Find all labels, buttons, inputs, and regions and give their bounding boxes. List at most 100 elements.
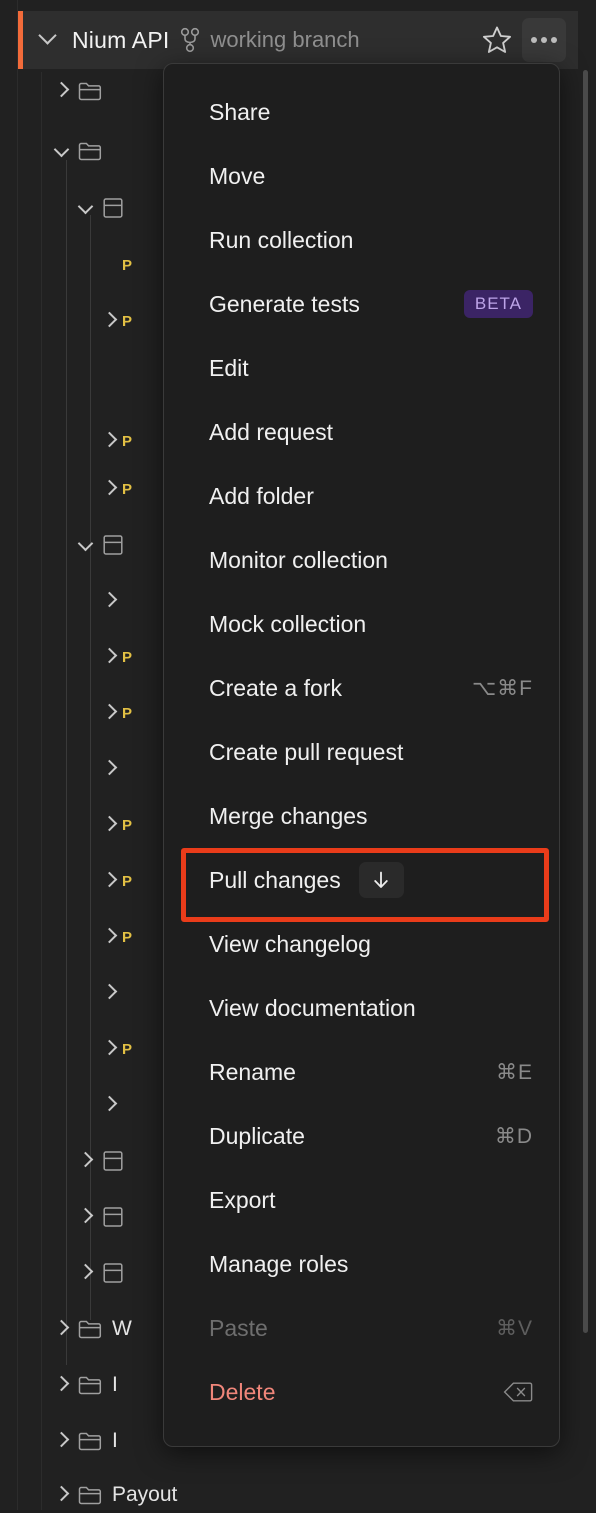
sidebar-tree-row[interactable]: P bbox=[96, 639, 133, 675]
menu-item-label: Pull changes bbox=[209, 866, 341, 893]
sidebar-tree-row[interactable]: P bbox=[96, 303, 133, 339]
folder-icon bbox=[78, 141, 102, 161]
sidebar-tree-row[interactable]: P bbox=[96, 695, 133, 731]
branch-icon bbox=[180, 27, 200, 53]
menu-item-generate-tests[interactable]: Generate tests BETA bbox=[164, 272, 559, 336]
chevron-down-icon[interactable] bbox=[38, 25, 57, 47]
menu-item-manage-roles[interactable]: Manage roles bbox=[164, 1232, 559, 1296]
document-icon bbox=[102, 197, 124, 219]
sidebar-tree-row[interactable] bbox=[96, 975, 122, 1011]
chevron-right-icon[interactable] bbox=[96, 703, 122, 720]
chevron-right-icon[interactable] bbox=[96, 983, 122, 1000]
sidebar-tree-row[interactable] bbox=[96, 751, 122, 787]
menu-item-label: Create pull request bbox=[209, 738, 404, 765]
sidebar-row-label: I bbox=[112, 1429, 118, 1452]
folder-icon bbox=[78, 1319, 102, 1339]
chevron-right-icon[interactable] bbox=[72, 1151, 98, 1168]
sidebar-tree-row[interactable]: P bbox=[96, 863, 133, 899]
request-method-label: P bbox=[122, 1040, 133, 1058]
sidebar-tree-row[interactable] bbox=[72, 1143, 134, 1179]
sidebar-tree-row[interactable] bbox=[72, 1255, 134, 1291]
chevron-down-icon[interactable] bbox=[48, 141, 74, 158]
chevron-right-icon[interactable] bbox=[48, 1375, 74, 1392]
folder-icon bbox=[78, 1431, 102, 1451]
sidebar-tree-row[interactable] bbox=[48, 73, 112, 109]
chevron-down-icon[interactable] bbox=[72, 535, 98, 552]
chevron-right-icon[interactable] bbox=[96, 1095, 122, 1112]
sidebar-tree-row[interactable] bbox=[48, 133, 112, 169]
folder-icon bbox=[78, 1485, 102, 1505]
chevron-right-icon[interactable] bbox=[96, 927, 122, 944]
menu-item-view-changelog[interactable]: View changelog bbox=[164, 912, 559, 976]
menu-item-share[interactable]: Share bbox=[164, 80, 559, 144]
sidebar-tree-row[interactable]: I bbox=[48, 1423, 118, 1459]
sidebar-tree-row[interactable] bbox=[72, 527, 134, 563]
sidebar-tree-row[interactable] bbox=[96, 583, 122, 619]
sidebar-tree-row[interactable]: P bbox=[96, 1031, 133, 1067]
menu-item-add-request[interactable]: Add request bbox=[164, 400, 559, 464]
sidebar-tree-row[interactable]: Payout bbox=[48, 1477, 177, 1513]
menu-item-pull-changes[interactable]: Pull changes bbox=[164, 848, 559, 912]
menu-item-rename[interactable]: Rename ⌘E bbox=[164, 1040, 559, 1104]
chevron-right-icon[interactable] bbox=[72, 1263, 98, 1280]
selection-accent-bar bbox=[18, 11, 23, 69]
chevron-right-icon[interactable] bbox=[48, 1485, 74, 1502]
menu-item-export[interactable]: Export bbox=[164, 1168, 559, 1232]
chevron-right-icon[interactable] bbox=[72, 1207, 98, 1224]
menu-item-duplicate[interactable]: Duplicate ⌘D bbox=[164, 1104, 559, 1168]
menu-item-create-pull-request[interactable]: Create pull request bbox=[164, 720, 559, 784]
sidebar-tree-row[interactable]: P bbox=[96, 423, 133, 459]
chevron-right-icon[interactable] bbox=[96, 647, 122, 664]
menu-item-label: Duplicate bbox=[209, 1122, 305, 1149]
chevron-down-icon[interactable] bbox=[72, 198, 98, 215]
menu-item-merge-changes[interactable]: Merge changes bbox=[164, 784, 559, 848]
sidebar-tree-row[interactable]: P bbox=[96, 247, 133, 283]
chevron-right-icon[interactable] bbox=[48, 1319, 74, 1336]
menu-item-view-documentation[interactable]: View documentation bbox=[164, 976, 559, 1040]
sidebar-tree-row[interactable]: I bbox=[48, 1367, 118, 1403]
star-icon[interactable] bbox=[480, 23, 514, 57]
menu-item-label: Generate tests bbox=[209, 290, 360, 317]
menu-item-label: Create a fork bbox=[209, 674, 342, 701]
menu-item-shortcut: ⌘V bbox=[495, 1316, 533, 1340]
sidebar-tree-row[interactable]: P bbox=[96, 919, 133, 955]
chevron-right-icon[interactable] bbox=[96, 759, 122, 776]
sidebar-tree-row[interactable] bbox=[96, 1087, 122, 1123]
menu-item-mock-collection[interactable]: Mock collection bbox=[164, 592, 559, 656]
sidebar-tree-row[interactable] bbox=[72, 1199, 134, 1235]
menu-item-move[interactable]: Move bbox=[164, 144, 559, 208]
collection-header[interactable]: Nium API working branch bbox=[18, 11, 578, 69]
chevron-right-icon[interactable] bbox=[96, 815, 122, 832]
collection-context-menu[interactable]: Share Move Run collection Generate tests BET… bbox=[163, 63, 560, 1447]
request-method-label: P bbox=[122, 928, 133, 946]
chevron-right-icon[interactable] bbox=[96, 1039, 122, 1056]
menu-item-edit[interactable]: Edit bbox=[164, 336, 559, 400]
chevron-right-icon[interactable] bbox=[96, 871, 122, 888]
chevron-right-icon[interactable] bbox=[48, 81, 74, 98]
tree-indent-guide bbox=[66, 160, 67, 1365]
menu-item-add-folder[interactable]: Add folder bbox=[164, 464, 559, 528]
sidebar-tree-row[interactable]: P bbox=[96, 807, 133, 843]
menu-item-shortcut: ⌥⌘F bbox=[471, 676, 533, 700]
arrow-down-icon[interactable] bbox=[358, 862, 404, 898]
request-method-label: P bbox=[122, 480, 133, 498]
sidebar-scrollbar[interactable] bbox=[583, 70, 588, 1333]
chevron-right-icon[interactable] bbox=[96, 431, 122, 448]
ellipsis-icon[interactable] bbox=[522, 18, 566, 62]
menu-item-run-collection[interactable]: Run collection bbox=[164, 208, 559, 272]
sidebar-tree-row[interactable]: W bbox=[48, 1311, 132, 1347]
chevron-right-icon[interactable] bbox=[96, 479, 122, 496]
menu-item-create-a-fork[interactable]: Create a fork ⌥⌘F bbox=[164, 656, 559, 720]
sidebar-indent-guide bbox=[41, 72, 42, 1510]
menu-item-paste: Paste ⌘V bbox=[164, 1296, 559, 1360]
request-method-label: P bbox=[122, 312, 133, 330]
menu-item-label: Manage roles bbox=[209, 1250, 349, 1277]
sidebar-tree-row[interactable] bbox=[72, 190, 134, 226]
menu-item-monitor-collection[interactable]: Monitor collection bbox=[164, 528, 559, 592]
beta-badge: BETA bbox=[463, 290, 533, 318]
chevron-right-icon[interactable] bbox=[48, 1431, 74, 1448]
chevron-right-icon[interactable] bbox=[96, 311, 122, 328]
sidebar-tree-row[interactable]: P bbox=[96, 471, 133, 507]
menu-item-delete[interactable]: Delete bbox=[164, 1360, 559, 1424]
chevron-right-icon[interactable] bbox=[96, 591, 122, 608]
